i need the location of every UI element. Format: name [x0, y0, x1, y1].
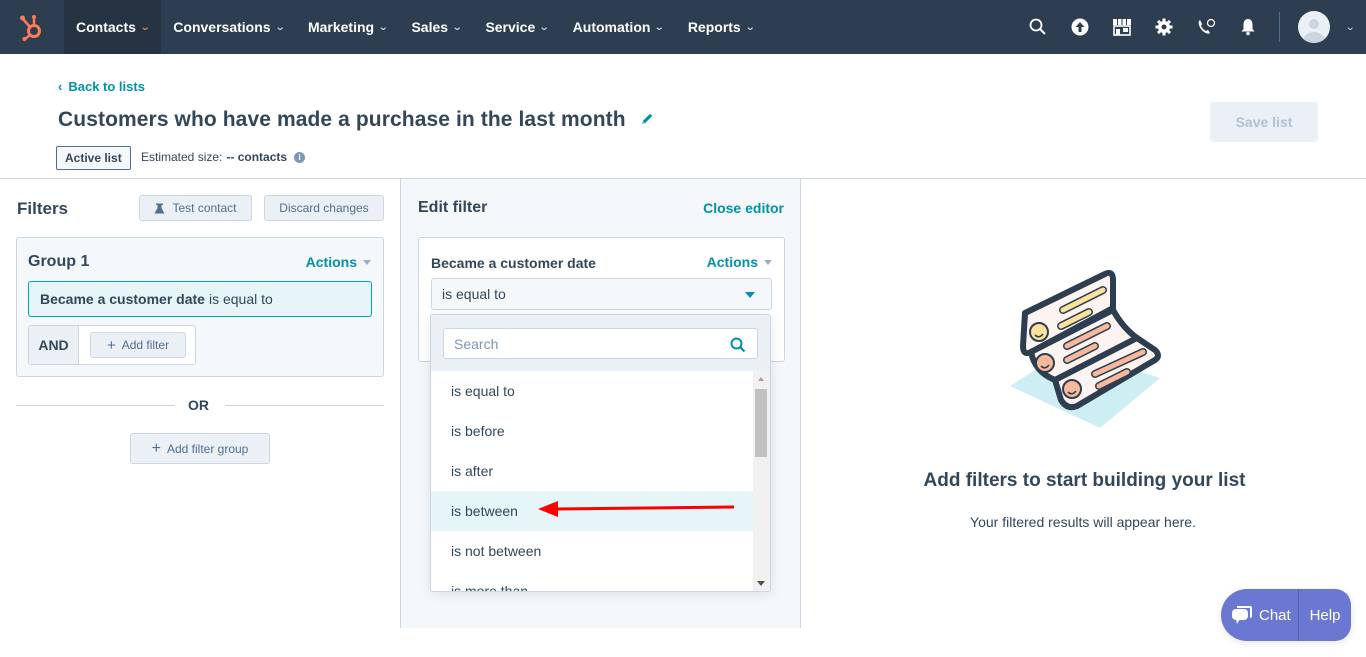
user-avatar-icon: [1303, 19, 1324, 43]
plus-icon: +: [151, 439, 161, 457]
top-nav: Contacts ⌄ Conversations ⌄ Marketing ⌄ Sale…: [0, 0, 1366, 54]
dropdown-scrollbar[interactable]: [753, 371, 770, 591]
filter-group-1: Group 1 Actions Became a customer date i…: [16, 237, 384, 377]
operator-select[interactable]: is equal to: [431, 278, 772, 310]
and-label: AND: [29, 326, 79, 364]
active-list-badge: Active list: [56, 146, 131, 170]
search-icon: [1029, 18, 1046, 35]
caret-down-icon: [745, 292, 755, 298]
chevron-down-icon: ⌄: [654, 21, 666, 33]
scroll-down-icon[interactable]: [757, 581, 765, 586]
plus-icon: +: [106, 336, 116, 354]
notifications-button[interactable]: [1227, 0, 1269, 54]
nav-sales[interactable]: Sales ⌄: [399, 0, 473, 54]
flask-icon: [154, 203, 165, 213]
nav-automation[interactable]: Automation ⌄: [561, 0, 676, 54]
caret-down-icon: [764, 259, 772, 265]
notifications-icon: [1241, 19, 1255, 36]
close-editor-link[interactable]: Close editor: [703, 200, 784, 216]
or-divider-right: [225, 405, 384, 406]
page-title: Customers who have made a purchase in th…: [58, 108, 626, 131]
back-to-lists-link[interactable]: ‹ Back to lists: [58, 79, 145, 94]
upgrade-icon: [1071, 18, 1089, 36]
chat-button[interactable]: Chat: [1221, 589, 1299, 641]
and-block: AND + Add filter: [28, 325, 196, 365]
search-icon: [730, 337, 746, 353]
group-actions-dropdown[interactable]: Actions: [306, 254, 371, 270]
chevron-down-icon: ⌄: [139, 21, 151, 33]
help-button[interactable]: Help: [1299, 589, 1351, 641]
chevron-left-icon: ‹: [58, 79, 63, 94]
estimated-size: Estimated size: -- contacts i: [141, 150, 306, 164]
estimated-size-value: -- contacts: [226, 150, 288, 164]
user-avatar[interactable]: [1297, 11, 1330, 43]
filters-title: Filters: [17, 199, 69, 218]
account-chevron-icon[interactable]: ⌄: [1344, 22, 1355, 33]
chevron-down-icon: ⌄: [744, 21, 756, 33]
calling-button[interactable]: [1185, 0, 1227, 54]
nav-reports[interactable]: Reports ⌄: [676, 0, 766, 54]
info-icon[interactable]: i: [294, 151, 306, 163]
hubspot-logo[interactable]: [0, 0, 64, 54]
dropdown-search-input[interactable]: [443, 328, 758, 359]
estimated-size-label: Estimated size:: [141, 150, 223, 164]
nav-contacts[interactable]: Contacts ⌄: [64, 0, 162, 54]
filter-property: Became a customer date: [40, 291, 205, 307]
or-label: OR: [188, 397, 209, 413]
option-is-equal-to[interactable]: is equal to: [431, 371, 753, 411]
or-divider-left: [16, 405, 175, 406]
add-filter-group-button[interactable]: + Add filter group: [130, 433, 270, 464]
filter-actions-dropdown[interactable]: Actions: [707, 254, 772, 270]
chevron-down-icon: ⌄: [274, 21, 286, 33]
nav-marketing[interactable]: Marketing ⌄: [296, 0, 400, 54]
save-list-button[interactable]: Save list: [1210, 102, 1318, 142]
nav-service[interactable]: Service ⌄: [473, 0, 560, 54]
empty-state-title: Add filters to start building your list: [923, 470, 1246, 491]
chat-bubble-icon: [1232, 606, 1252, 624]
filter-operator: is equal to: [208, 291, 273, 307]
add-filter-button[interactable]: + Add filter: [90, 332, 186, 358]
edit-filter-title: Edit filter: [418, 199, 488, 216]
settings-button[interactable]: [1143, 0, 1185, 54]
test-contact-button[interactable]: Test contact: [139, 195, 252, 221]
chevron-down-icon: ⌄: [451, 21, 463, 33]
discard-changes-button[interactable]: Discard changes: [264, 195, 384, 221]
chevron-down-icon: ⌄: [377, 21, 389, 33]
filter-row[interactable]: Became a customer date is equal to: [28, 281, 372, 317]
empty-state-subtitle: Your filtered results will appear here.: [970, 514, 1196, 530]
chevron-down-icon: ⌄: [539, 21, 550, 33]
caret-down-icon: [363, 259, 371, 265]
group-title: Group 1: [28, 253, 90, 270]
hubspot-sprocket-icon: [20, 15, 41, 41]
search-button[interactable]: [1017, 0, 1059, 54]
option-is-not-between[interactable]: is not between: [431, 531, 753, 571]
pencil-icon: [642, 113, 653, 124]
nav-divider: [1278, 12, 1280, 42]
option-is-before[interactable]: is before: [431, 411, 753, 451]
operator-dropdown: is equal to is before is after is betwee…: [430, 314, 771, 592]
scroll-up-icon[interactable]: [758, 377, 764, 381]
option-is-more-than[interactable]: is more than: [431, 571, 753, 591]
scroll-thumb[interactable]: [755, 389, 767, 457]
edit-title-button[interactable]: [640, 112, 654, 131]
chat-widget: Chat Help: [1221, 589, 1351, 641]
calling-icon: [1198, 18, 1215, 34]
upgrade-button[interactable]: [1059, 0, 1101, 54]
dropdown-search-area: [431, 315, 770, 371]
marketplace-button[interactable]: [1101, 0, 1143, 54]
settings-icon: [1155, 18, 1173, 36]
option-is-after[interactable]: is after: [431, 451, 753, 491]
dropdown-options: is equal to is before is after is betwee…: [431, 371, 753, 591]
nav-utilities: ⌄: [1017, 0, 1366, 54]
property-name: Became a customer date: [431, 255, 596, 271]
annotation-arrow-icon: [538, 501, 735, 517]
empty-list-illustration: [1010, 269, 1161, 428]
nav-conversations[interactable]: Conversations ⌄: [161, 0, 296, 54]
marketplace-icon: [1112, 19, 1131, 36]
